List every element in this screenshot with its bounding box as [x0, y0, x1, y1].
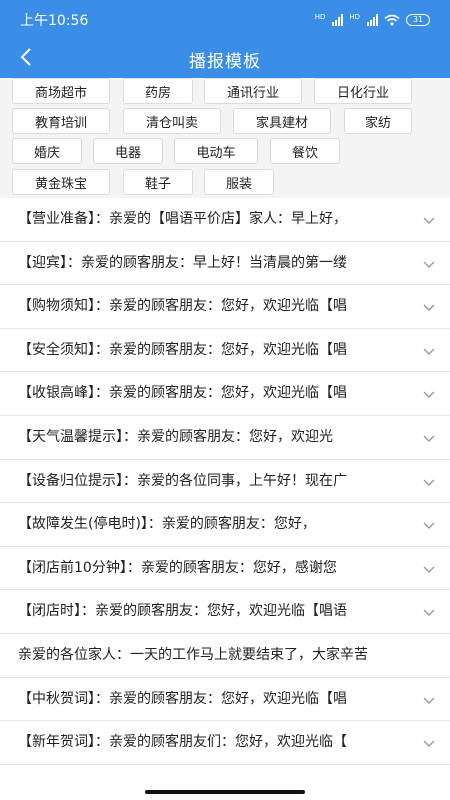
template-text: 【设备归位提示】：亲爱的各位同事，上午好！现在广 [18, 472, 347, 489]
category-tag[interactable]: 商场超市 [12, 78, 110, 104]
template-item[interactable]: 【故障发生(停电时)】：亲爱的顾客朋友：您好， [0, 503, 450, 547]
chevron-down-icon[interactable] [422, 693, 436, 707]
app-header: 上午10:56 HD HD 31 播报模板 [0, 0, 450, 78]
template-text: 【新年贺词】：亲爱的顾客朋友们：您好，欢迎光临【 [18, 734, 347, 751]
hd-label: HD [314, 13, 326, 21]
category-tag[interactable]: 药房 [123, 78, 193, 104]
template-text: 亲爱的各位家人：一天的工作马上就要结束了，大家辛苦 [18, 646, 368, 663]
category-tag[interactable]: 清仓叫卖 [123, 108, 221, 134]
template-item[interactable]: 【营业准备】：亲爱的【唱语平价店】家人：早上好， [0, 198, 450, 242]
category-tags: 商场超市 药房 通讯行业 日化行业 教育培训 清仓叫卖 家具建材 家纺 婚庆 电… [0, 78, 450, 198]
template-text: 【营业准备】：亲爱的【唱语平价店】家人：早上好， [18, 211, 347, 227]
battery-icon: 31 [406, 14, 430, 26]
category-tag[interactable]: 家纺 [344, 108, 412, 134]
template-text: 【闭店前10分钟】：亲爱的顾客朋友：您好，感谢您 [18, 559, 337, 576]
template-list: 【营业准备】：亲爱的【唱语平价店】家人：早上好， 【迎宾】：亲爱的顾客朋友：早上… [0, 198, 450, 765]
chevron-down-icon[interactable] [422, 431, 436, 445]
template-text: 【收银高峰】：亲爱的顾客朋友：您好，欢迎光临【唱 [18, 385, 347, 402]
category-tag[interactable]: 通讯行业 [204, 78, 302, 104]
chevron-down-icon[interactable] [422, 605, 436, 619]
template-text: 【迎宾】：亲爱的顾客朋友：早上好！当清晨的第一缕 [18, 254, 347, 271]
category-tag[interactable]: 服装 [204, 169, 274, 195]
category-tag[interactable]: 鞋子 [123, 169, 193, 195]
chevron-down-icon[interactable] [422, 475, 436, 489]
home-indicator[interactable] [145, 790, 305, 794]
nav-bar: 播报模板 [0, 40, 450, 78]
category-tag[interactable]: 婚庆 [12, 138, 82, 164]
signal-icon [332, 14, 344, 26]
category-tag[interactable]: 教育培训 [12, 108, 110, 134]
page-title: 播报模板 [189, 51, 261, 72]
wifi-icon [384, 14, 400, 26]
template-item[interactable]: 【闭店时】：亲爱的顾客朋友：您好，欢迎光临【唱语 [0, 590, 450, 634]
template-text: 【购物须知】：亲爱的顾客朋友：您好，欢迎光临【唱 [18, 298, 347, 315]
hd-label: HD [349, 13, 360, 21]
template-text: 【闭店时】：亲爱的顾客朋友：您好，欢迎光临【唱语 [18, 603, 347, 620]
category-tag[interactable]: 电器 [93, 138, 163, 164]
template-text: 【故障发生(停电时)】：亲爱的顾客朋友：您好， [18, 516, 316, 533]
chevron-down-icon[interactable] [422, 562, 436, 576]
template-item[interactable]: 【新年贺词】：亲爱的顾客朋友们：您好，欢迎光临【 [0, 721, 450, 765]
template-item[interactable]: 【安全须知】：亲爱的顾客朋友：您好，欢迎光临【唱 [0, 329, 450, 373]
chevron-down-icon[interactable] [422, 344, 436, 358]
template-item[interactable]: 【天气温馨提示】：亲爱的顾客朋友：您好，欢迎光 [0, 416, 450, 460]
chevron-down-icon[interactable] [422, 736, 436, 750]
signal-icon [367, 14, 378, 26]
template-item[interactable]: 【中秋贺词】：亲爱的顾客朋友：您好，欢迎光临【唱 [0, 678, 450, 722]
template-item[interactable]: 【购物须知】：亲爱的顾客朋友：您好，欢迎光临【唱 [0, 285, 450, 329]
template-item[interactable]: 【迎宾】：亲爱的顾客朋友：早上好！当清晨的第一缕 [0, 242, 450, 286]
status-icons: HD HD 31 [315, 14, 430, 26]
status-time: 上午10:56 [20, 13, 89, 29]
status-bar: 上午10:56 HD HD 31 [0, 0, 450, 40]
template-item[interactable]: 【收银高峰】：亲爱的顾客朋友：您好，欢迎光临【唱 [0, 372, 450, 416]
chevron-down-icon[interactable] [422, 300, 436, 314]
template-text: 【安全须知】：亲爱的顾客朋友：您好，欢迎光临【唱 [18, 341, 347, 358]
template-text: 【中秋贺词】：亲爱的顾客朋友：您好，欢迎光临【唱 [18, 690, 347, 707]
back-button[interactable] [14, 44, 38, 70]
chevron-down-icon[interactable] [422, 213, 436, 227]
category-tag[interactable]: 电动车 [174, 138, 258, 164]
template-item[interactable]: 亲爱的各位家人：一天的工作马上就要结束了，大家辛苦 [0, 634, 450, 678]
template-item[interactable]: 【闭店前10分钟】：亲爱的顾客朋友：您好，感谢您 [0, 547, 450, 591]
category-tag[interactable]: 餐饮 [270, 138, 340, 164]
chevron-down-icon[interactable] [422, 518, 436, 532]
chevron-down-icon[interactable] [422, 387, 436, 401]
category-tag[interactable]: 黄金珠宝 [12, 169, 110, 195]
category-tag[interactable]: 家具建材 [233, 108, 331, 134]
category-tag[interactable]: 日化行业 [314, 78, 412, 104]
chevron-down-icon[interactable] [422, 257, 436, 271]
template-text: 【天气温馨提示】：亲爱的顾客朋友：您好，欢迎光 [18, 428, 333, 445]
template-item[interactable]: 【设备归位提示】：亲爱的各位同事，上午好！现在广 [0, 460, 450, 504]
chevron-left-icon [20, 48, 31, 66]
